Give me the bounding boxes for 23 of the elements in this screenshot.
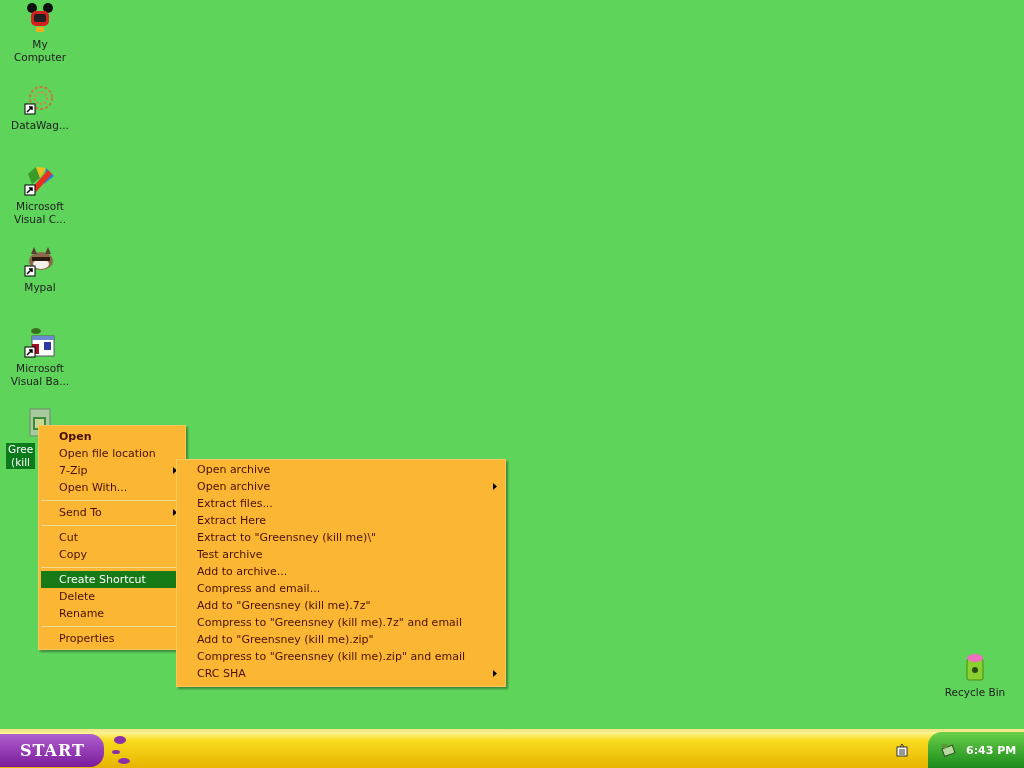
- icon-label: Gree (kill: [6, 443, 36, 469]
- menu-item[interactable]: CRC SHA: [179, 665, 503, 682]
- menu-item[interactable]: Test archive: [179, 546, 503, 563]
- menu-item[interactable]: Compress to "Greensney (kill me).7z" and email: [179, 614, 503, 631]
- icon-label: Mypal: [23, 281, 57, 294]
- icon-label: My Computer: [12, 38, 68, 64]
- calendar-icon[interactable]: [896, 743, 908, 757]
- raccoon-icon[interactable]: [24, 245, 56, 277]
- menu-item[interactable]: Open: [41, 428, 183, 445]
- calendar-icon[interactable]: [24, 326, 56, 358]
- icon-label: Recycle Bin: [943, 686, 1007, 699]
- menu-item[interactable]: Open file location: [41, 445, 183, 462]
- menu-item[interactable]: Open archive: [179, 478, 503, 495]
- menu-item[interactable]: Extract to "Greensney (kill me)\": [179, 529, 503, 546]
- icon-label: Microsoft Visual C...: [13, 200, 67, 226]
- mouse-computer-icon[interactable]: [24, 2, 56, 34]
- menu-item[interactable]: Compress to "Greensney (kill me).zip" and email: [179, 648, 503, 665]
- spiral-icon[interactable]: [24, 83, 56, 115]
- menu-item[interactable]: Add to "Greensney (kill me).7z": [179, 597, 503, 614]
- icon-label: DataWag...: [10, 119, 70, 132]
- menu-item[interactable]: Add to "Greensney (kill me).zip": [179, 631, 503, 648]
- start-button[interactable]: START: [0, 733, 104, 767]
- icon-label: Microsoft Visual Ba...: [9, 362, 71, 388]
